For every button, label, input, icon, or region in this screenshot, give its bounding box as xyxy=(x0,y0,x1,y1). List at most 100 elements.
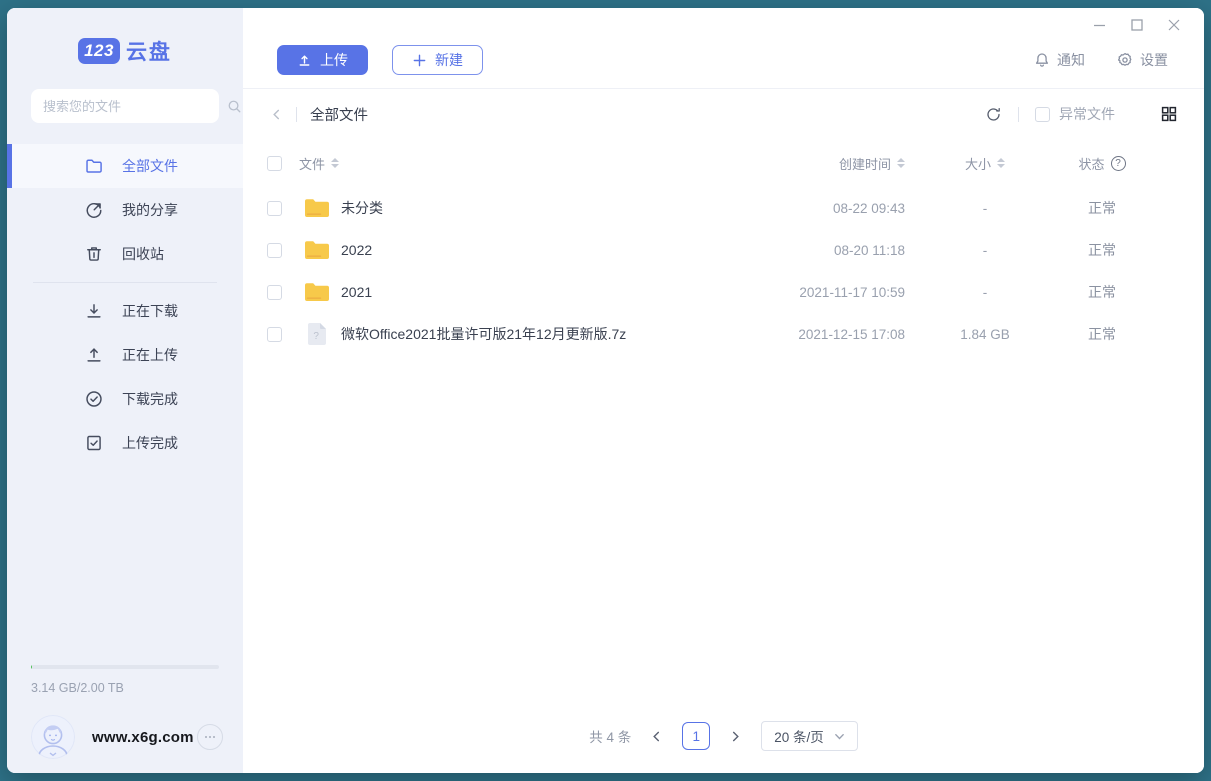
row-checkbox[interactable] xyxy=(267,285,282,300)
sidebar-nav: 全部文件 我的分享 回收站 正在下载 正在上传 下载完成 上传完成 xyxy=(7,144,243,465)
file-name: 未分类 xyxy=(341,198,383,218)
content-spacer xyxy=(243,355,1204,721)
table-row[interactable]: 2022 08-20 11:18 - 正常 xyxy=(243,229,1204,271)
back-icon[interactable] xyxy=(270,108,283,121)
abnormal-files-label: 异常文件 xyxy=(1059,104,1115,124)
pathbar-actions: 异常文件 xyxy=(985,104,1180,124)
select-all-checkbox[interactable] xyxy=(267,156,282,171)
folder-icon xyxy=(304,239,330,261)
file-list: 未分类 08-22 09:43 - 正常 2022 08-20 11:18 - … xyxy=(243,187,1204,355)
column-header-created: 创建时间 xyxy=(715,154,905,173)
breadcrumb: 全部文件 xyxy=(310,104,368,125)
sidebar: 123 云盘 全部文件 我的分享 回收站 正在下载 正在上传 下载完成 上传完成 xyxy=(7,8,243,773)
total-count: 共 4 条 xyxy=(589,726,631,746)
pagination: 共 4 条 1 20 条/页 xyxy=(243,721,1204,773)
upload-button-label: 上传 xyxy=(320,50,348,70)
table-row[interactable]: ? 微软Office2021批量许可版21年12月更新版.7z 2021-12-… xyxy=(243,313,1204,355)
maximize-button[interactable] xyxy=(1118,11,1155,39)
file-size: - xyxy=(905,201,1065,216)
plus-icon xyxy=(412,53,427,68)
new-button[interactable]: 新建 xyxy=(392,45,483,75)
sort-icon[interactable] xyxy=(997,158,1005,168)
sidebar-item-upload-done[interactable]: 上传完成 xyxy=(7,421,243,465)
row-checkbox[interactable] xyxy=(267,201,282,216)
upload-icon xyxy=(85,346,103,364)
app-window: 123 云盘 全部文件 我的分享 回收站 正在下载 正在上传 下载完成 上传完成 xyxy=(7,8,1204,773)
page-number-button[interactable]: 1 xyxy=(682,722,710,750)
row-checkbox[interactable] xyxy=(267,243,282,258)
sidebar-item-all-files[interactable]: 全部文件 xyxy=(7,144,243,188)
sidebar-item-downloading[interactable]: 正在下载 xyxy=(7,289,243,333)
settings-label: 设置 xyxy=(1140,50,1168,70)
storage-bar xyxy=(31,665,219,669)
logo-text: 云盘 xyxy=(126,36,172,66)
ellipsis-icon xyxy=(203,730,217,744)
table-row[interactable]: 2021 2021-11-17 10:59 - 正常 xyxy=(243,271,1204,313)
column-header-file: 文件 xyxy=(299,154,715,173)
svg-text:?: ? xyxy=(313,331,319,342)
sidebar-item-download-done[interactable]: 下载完成 xyxy=(7,377,243,421)
row-checkbox[interactable] xyxy=(267,327,282,342)
grid-view-icon[interactable] xyxy=(1161,106,1177,122)
sidebar-item-recycle-bin[interactable]: 回收站 xyxy=(7,232,243,276)
storage-bar-fill xyxy=(31,665,32,669)
abnormal-files-checkbox[interactable] xyxy=(1035,107,1050,122)
user-row: www.x6g.com xyxy=(31,715,223,759)
gear-icon xyxy=(1117,52,1133,68)
next-page-button[interactable] xyxy=(729,730,742,743)
sort-icon[interactable] xyxy=(897,158,905,168)
site-link[interactable]: www.x6g.com xyxy=(92,729,194,746)
sidebar-item-uploading[interactable]: 正在上传 xyxy=(7,333,243,377)
notifications-button[interactable]: 通知 xyxy=(1034,50,1085,70)
pathbar-divider-2 xyxy=(1018,107,1019,122)
file-name: 2021 xyxy=(341,284,372,300)
unknown-file-icon: ? xyxy=(304,323,330,345)
titlebar xyxy=(243,8,1204,42)
file-created: 2021-12-15 17:08 xyxy=(715,327,905,342)
settings-button[interactable]: 设置 xyxy=(1117,50,1168,70)
file-status: 正常 xyxy=(1065,282,1139,302)
close-button[interactable] xyxy=(1155,11,1192,39)
storage-meter: 3.14 GB/2.00 TB xyxy=(31,665,219,695)
file-status: 正常 xyxy=(1065,198,1139,218)
help-icon[interactable]: ? xyxy=(1111,156,1126,171)
table-header: 文件 创建时间 大小 状态 ? xyxy=(243,139,1204,187)
sidebar-item-my-shares[interactable]: 我的分享 xyxy=(7,188,243,232)
search-input[interactable] xyxy=(43,99,219,114)
sort-icon[interactable] xyxy=(331,158,339,168)
pathbar-divider xyxy=(296,107,297,122)
upload-icon xyxy=(297,53,312,68)
page-size-select[interactable]: 20 条/页 xyxy=(761,721,858,751)
column-header-size: 大小 xyxy=(905,154,1065,173)
new-button-label: 新建 xyxy=(435,50,463,70)
more-options-button[interactable] xyxy=(197,724,223,750)
file-name: 2022 xyxy=(341,242,372,258)
toolbar: 上传 新建 通知 xyxy=(243,42,1204,88)
share-icon xyxy=(85,201,103,219)
pathbar: 全部文件 异常文件 xyxy=(243,89,1204,139)
minimize-button[interactable] xyxy=(1081,11,1118,39)
search-box xyxy=(31,89,219,123)
trash-icon xyxy=(85,245,103,263)
file-status: 正常 xyxy=(1065,324,1139,344)
check-circle-icon xyxy=(85,390,103,408)
folder-icon xyxy=(304,281,330,303)
notifications-label: 通知 xyxy=(1057,50,1085,70)
avatar[interactable] xyxy=(31,715,75,759)
upload-button[interactable]: 上传 xyxy=(277,45,368,75)
top-actions: 通知 设置 xyxy=(1034,50,1168,70)
refresh-icon[interactable] xyxy=(985,106,1002,123)
file-created: 2021-11-17 10:59 xyxy=(715,285,905,300)
file-size: - xyxy=(905,285,1065,300)
column-header-status: 状态 ? xyxy=(1065,154,1139,173)
prev-page-button[interactable] xyxy=(650,730,663,743)
sidebar-divider xyxy=(33,282,217,283)
storage-text: 3.14 GB/2.00 TB xyxy=(31,681,219,695)
app-logo: 123 云盘 xyxy=(7,34,243,68)
folder-icon xyxy=(304,197,330,219)
file-created: 08-22 09:43 xyxy=(715,201,905,216)
page-size-value: 20 条/页 xyxy=(774,726,824,746)
download-icon xyxy=(85,302,103,320)
table-row[interactable]: 未分类 08-22 09:43 - 正常 xyxy=(243,187,1204,229)
search-icon xyxy=(227,99,242,114)
